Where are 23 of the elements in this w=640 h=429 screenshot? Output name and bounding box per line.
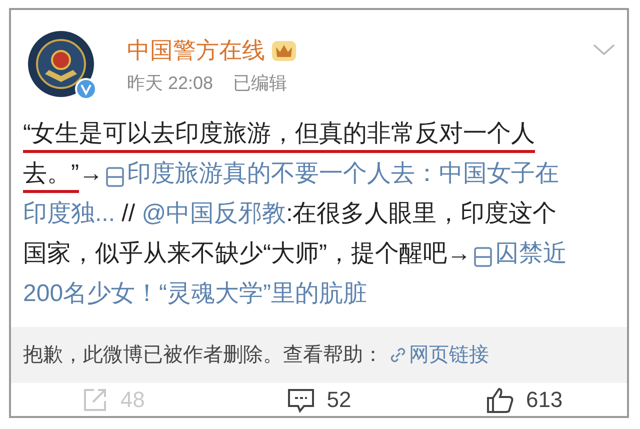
post-link[interactable]: 200名少女！“灵魂大学”里的肮脏 [23,279,368,314]
post-text: // [120,199,136,230]
post-text: 国家，似乎从来不缺少“大师”，提个醒吧→ [23,239,471,270]
crown-badge-icon [271,38,297,62]
post-link[interactable]: 印度旅游真的不要一个人去：中国女子在 [127,159,559,194]
edited-label: 已编辑 [233,72,288,94]
author-name[interactable]: 中国警方在线 [127,36,265,64]
action-count: 613 [526,386,563,414]
link-icon [389,346,407,364]
post-link[interactable]: 囚禁近 [494,239,567,274]
post-text: :在很多人眼里，印度这个 [286,199,557,230]
post-link[interactable]: @中国反邪教 [142,199,286,234]
highlighted-quote: “女生是可以去印度旅游，但真的非常反对一个人 [23,119,535,154]
deleted-notice: 抱歉，此微博已被作者删除。查看帮助： [23,343,383,368]
web-link[interactable]: 网页链接 [409,340,489,370]
post-link[interactable]: 印度独... [23,199,116,234]
action-count: 52 [326,386,352,414]
post-text: → [79,159,103,190]
highlighted-quote: 去。” [23,159,79,194]
post-time: 昨天 22:08 [127,72,214,94]
comment-icon[interactable] [286,386,315,412]
avatar-emblem-icon[interactable] [27,30,95,98]
thumbs-up-icon[interactable] [486,386,514,414]
